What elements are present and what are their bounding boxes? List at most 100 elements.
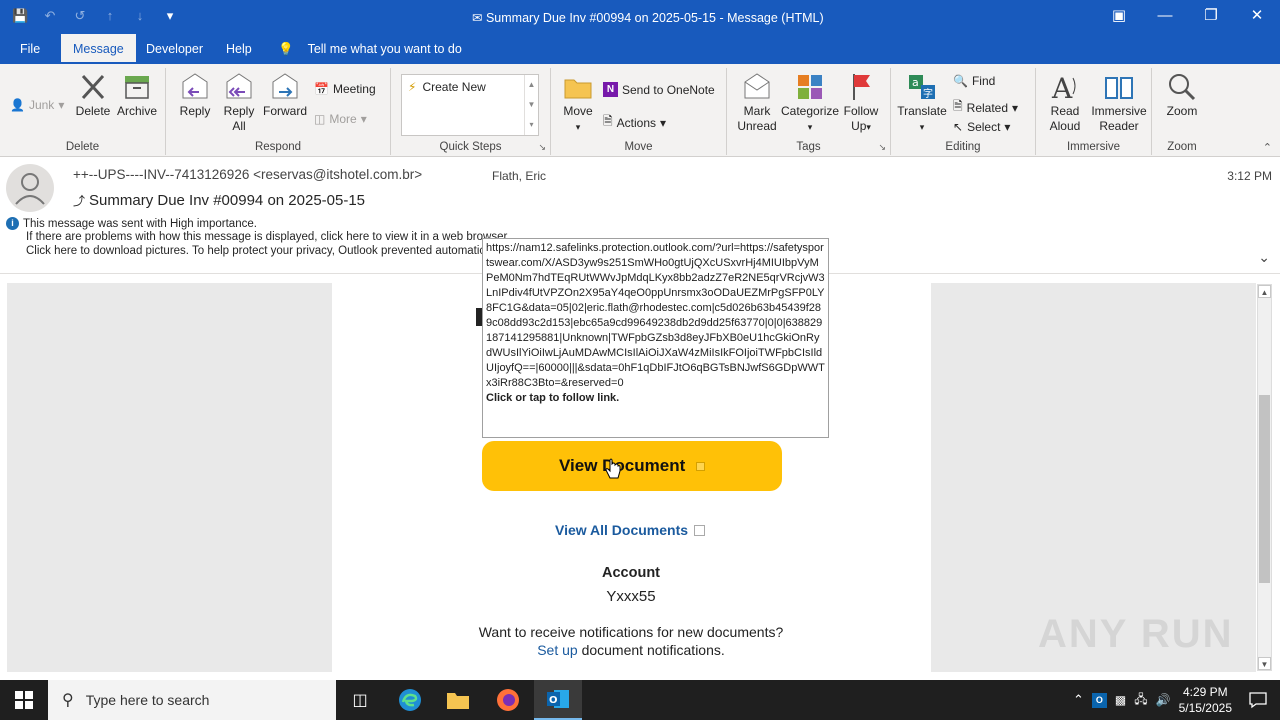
- create-new-quick-step[interactable]: ⚡ Create New: [408, 80, 486, 94]
- recipient[interactable]: Flath, Eric: [492, 169, 546, 183]
- windows-logo-icon: [15, 691, 33, 709]
- setup-link[interactable]: Set up: [537, 642, 577, 658]
- title-bar: 💾 ↶ ↺ ↑ ↓ ▾ ✉ Summary Due Inv #00994 on …: [0, 0, 1280, 34]
- image-placeholder: [694, 524, 706, 536]
- scroll-down-icon[interactable]: ▼: [1258, 657, 1271, 670]
- sender[interactable]: ++--UPS----INV--7413126926 <reservas@its…: [73, 167, 422, 182]
- notifications-icon[interactable]: [1248, 690, 1268, 710]
- view-document-button[interactable]: View Document: [482, 441, 782, 491]
- reply-all-icon: [226, 73, 252, 99]
- onenote-icon: N: [603, 82, 618, 97]
- vertical-scrollbar[interactable]: ▲ ▼: [1257, 284, 1272, 671]
- ribbon-display-options-icon[interactable]: ▣: [1096, 0, 1142, 34]
- tab-help[interactable]: Help: [214, 34, 264, 64]
- tab-message[interactable]: Message: [61, 34, 136, 64]
- archive-button[interactable]: Archive: [114, 72, 160, 119]
- forward-button[interactable]: Forward: [262, 72, 308, 119]
- edge-button[interactable]: [386, 680, 434, 720]
- start-button[interactable]: [0, 680, 48, 720]
- next-item-icon[interactable]: ↓: [132, 8, 148, 24]
- quick-steps-scroll[interactable]: ▲ ▼ ▾: [524, 75, 538, 135]
- tab-file[interactable]: File: [8, 34, 52, 64]
- customize-toolbar-icon[interactable]: ▾: [162, 8, 178, 24]
- scroll-thumb[interactable]: [1259, 395, 1270, 583]
- zoom-button[interactable]: Zoom: [1158, 72, 1206, 119]
- tell-me-search[interactable]: 💡 Tell me what you want to do: [266, 34, 474, 64]
- file-explorer-button[interactable]: [434, 680, 482, 720]
- immersive-group: A Read Aloud Immersive Reader Immersive: [1036, 68, 1152, 155]
- translate-icon: a字: [909, 75, 935, 100]
- collapse-ribbon-icon[interactable]: ⌃: [1263, 141, 1272, 154]
- network-icon[interactable]: 🖧: [1134, 690, 1147, 711]
- reply-all-button[interactable]: Reply All: [220, 72, 258, 134]
- reply-button[interactable]: Reply: [176, 72, 214, 119]
- taskbar-search[interactable]: ⚲ Type here to search: [48, 680, 336, 720]
- send-to-onenote-button[interactable]: N Send to OneNote: [603, 82, 715, 97]
- zoom-group-label: Zoom: [1167, 141, 1197, 153]
- archive-icon: [125, 76, 149, 99]
- editing-group-label: Editing: [945, 141, 981, 153]
- system-clock[interactable]: 4:29 PM 5/15/2025: [1179, 684, 1232, 716]
- dialog-launcher-icon[interactable]: ↘: [538, 142, 546, 153]
- ribbon: 👤 Junk ▾ Delete Archive Delete Reply Reply…: [0, 64, 1280, 157]
- avatar[interactable]: [6, 164, 54, 212]
- maximize-icon[interactable]: ❐: [1188, 0, 1234, 34]
- minimize-icon[interactable]: —: [1142, 0, 1188, 34]
- download-pictures-info[interactable]: Click here to download pictures. To help…: [26, 245, 486, 257]
- scroll-up-icon[interactable]: ▲: [1258, 285, 1271, 298]
- mark-unread-button[interactable]: Mark Unread: [733, 72, 781, 134]
- search-icon: ⚲: [62, 692, 74, 709]
- categorize-button[interactable]: Categorize ▾: [781, 72, 839, 135]
- hand-cursor-icon: [605, 458, 621, 479]
- meeting-button[interactable]: 📅 Meeting: [314, 82, 376, 96]
- more-respond-button[interactable]: ◫ More ▾: [314, 112, 367, 126]
- edge-icon: [399, 689, 421, 711]
- quick-steps-group-label: Quick Steps: [439, 141, 502, 153]
- close-icon[interactable]: ✕: [1234, 0, 1280, 34]
- info-icon: i: [6, 217, 19, 230]
- chevron-up-icon[interactable]: ⌃: [1073, 692, 1084, 708]
- volume-icon[interactable]: 🔊: [1156, 693, 1171, 707]
- folder-move-icon: [564, 79, 592, 99]
- firefox-button[interactable]: [484, 680, 532, 720]
- junk-button[interactable]: 👤 Junk ▾: [10, 98, 64, 112]
- respond-group-label: Respond: [254, 141, 302, 153]
- svg-text:A: A: [1051, 72, 1073, 102]
- related-button[interactable]: 🗎 Related ▾: [953, 97, 1018, 118]
- immersive-reader-button[interactable]: Immersive Reader: [1090, 72, 1148, 134]
- account-value: Yxxx55: [606, 588, 656, 605]
- move-button[interactable]: Move ▾: [559, 72, 597, 135]
- translate-button[interactable]: a字 Translate ▾: [897, 72, 947, 135]
- tab-developer[interactable]: Developer: [134, 34, 215, 64]
- outlook-button[interactable]: O: [534, 680, 582, 720]
- chevron-down-icon: ▾: [360, 112, 367, 126]
- quick-steps-gallery[interactable]: ⚡ Create New ▲ ▼ ▾: [401, 74, 539, 136]
- view-all-documents-link[interactable]: View All Documents: [555, 522, 706, 538]
- web-browser-info[interactable]: If there are problems with how this mess…: [26, 231, 510, 243]
- task-view-button[interactable]: ◫: [336, 680, 384, 720]
- follow-up-button[interactable]: Follow Up▾: [839, 72, 883, 135]
- delete-group: 👤 Junk ▾ Delete Archive Delete: [0, 68, 166, 155]
- chevron-down-icon: ▾: [58, 98, 65, 112]
- actions-button[interactable]: 🗎 Actions ▾: [603, 112, 666, 133]
- delete-button[interactable]: Delete: [74, 72, 112, 119]
- read-aloud-button[interactable]: A Read Aloud: [1042, 72, 1088, 134]
- lightning-icon: ⚡: [408, 80, 417, 94]
- quick-access-toolbar: 💾 ↶ ↺ ↑ ↓ ▾: [12, 8, 178, 24]
- select-button[interactable]: ↖ Select ▾: [953, 120, 1010, 134]
- find-button[interactable]: 🔍 Find: [953, 74, 995, 88]
- outlook-tray-icon[interactable]: O: [1091, 692, 1107, 708]
- find-icon: 🔍: [953, 74, 968, 88]
- save-icon[interactable]: 💾: [12, 8, 28, 24]
- previous-item-icon[interactable]: ↑: [102, 8, 118, 24]
- tooltip-hint: Click or tap to follow link.: [486, 392, 620, 404]
- chevron-down-icon[interactable]: ⌄: [1258, 249, 1270, 266]
- redo-icon[interactable]: ↺: [72, 8, 88, 24]
- ribbon-tabs: File Message Developer Help 💡 Tell me wh…: [0, 34, 1280, 64]
- network-adapter-icon[interactable]: ▩: [1115, 693, 1126, 707]
- dialog-launcher-icon[interactable]: ↘: [878, 142, 886, 153]
- delete-x-icon: [81, 74, 105, 100]
- folder-icon: [447, 693, 469, 709]
- undo-icon[interactable]: ↶: [42, 8, 58, 24]
- calendar-icon: 📅: [314, 82, 329, 96]
